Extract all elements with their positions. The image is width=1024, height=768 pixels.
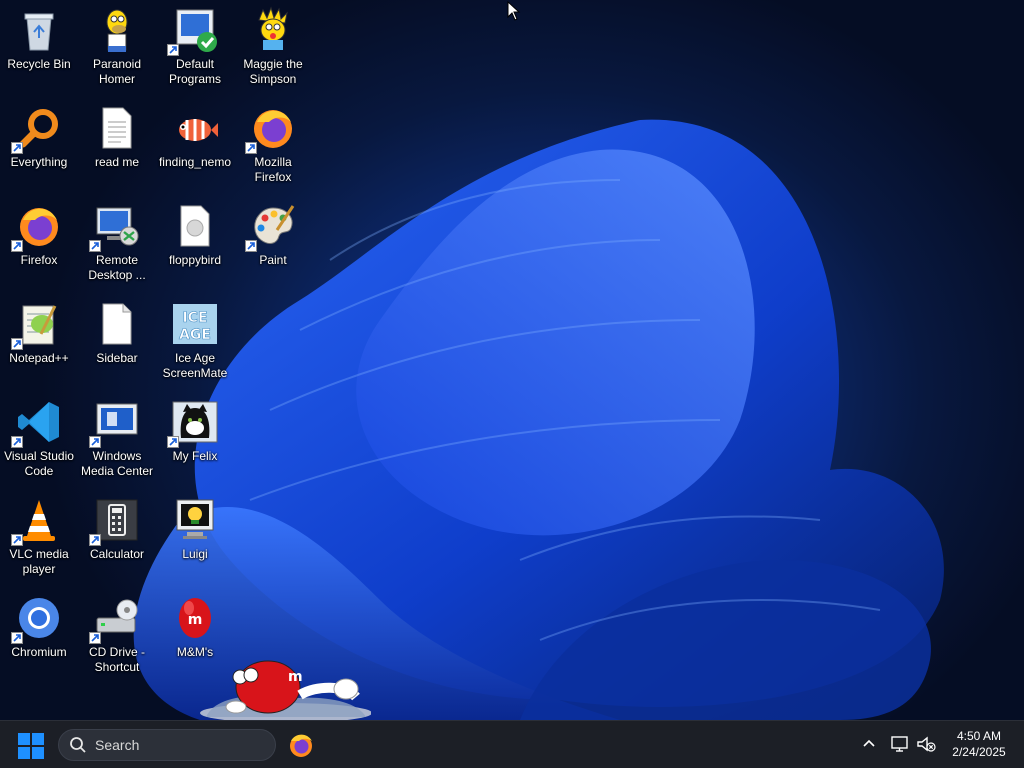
taskbar: Search 4:50 AM 2/24/2025 bbox=[0, 720, 1024, 768]
shortcut-arrow-icon bbox=[89, 534, 101, 546]
search-icon bbox=[70, 737, 86, 753]
desktop-icon-maggie-the-simpson[interactable]: Maggie the Simpson bbox=[234, 0, 312, 96]
desktop-icon-label: finding_nemo bbox=[158, 155, 232, 169]
desktop-icon-label: read me bbox=[94, 155, 140, 169]
desktop-icon-ice-age-screenmate[interactable]: ICE AGE Ice Age ScreenMate bbox=[156, 294, 234, 390]
desktop-icon-read-me[interactable]: read me bbox=[78, 98, 156, 194]
svg-text:ICE: ICE bbox=[182, 310, 207, 326]
desktop-icon-vlc[interactable]: VLC media player bbox=[0, 490, 78, 586]
nemo-icon bbox=[179, 119, 218, 141]
m-and-m-mascot-sprite: m bbox=[200, 660, 371, 720]
mouse-cursor-icon bbox=[507, 1, 521, 21]
desktop-icon-label: Paranoid Homer bbox=[92, 57, 142, 86]
ice-age-icon: ICEAGE bbox=[173, 304, 217, 344]
desktop-icon-remote-desktop[interactable]: Remote Desktop ... bbox=[78, 196, 156, 292]
desktop-icon-default-programs[interactable]: Default Programs bbox=[156, 0, 234, 96]
desktop-icon-my-felix[interactable]: My Felix bbox=[156, 392, 234, 488]
desktop-icon-sidebar[interactable]: Sidebar bbox=[78, 294, 156, 390]
svg-text:m: m bbox=[288, 669, 303, 685]
taskbar-search-box[interactable]: Search bbox=[58, 729, 276, 761]
windows-start-icon[interactable] bbox=[18, 733, 44, 759]
shortcut-arrow-icon bbox=[11, 534, 23, 546]
taskbar-clock[interactable]: 4:50 AM 2/24/2025 bbox=[938, 728, 1020, 760]
blank-file-icon bbox=[102, 303, 132, 345]
text-file-icon bbox=[102, 107, 132, 149]
desktop-icon-everything[interactable]: Everything bbox=[0, 98, 78, 194]
clock-time: 4:50 AM bbox=[956, 729, 1002, 743]
desktop-icon-windows-media-center[interactable]: Windows Media Center bbox=[78, 392, 156, 488]
shortcut-arrow-icon bbox=[89, 632, 101, 644]
desktop-icon-finding-nemo[interactable]: finding_nemo bbox=[156, 98, 234, 194]
shortcut-arrow-icon bbox=[167, 44, 179, 56]
shortcut-arrow-icon bbox=[11, 632, 23, 644]
desktop-icon-vscode[interactable]: Visual Studio Code bbox=[0, 392, 78, 488]
firefox-icon[interactable] bbox=[287, 731, 315, 759]
desktop-icon-label: Maggie the Simpson bbox=[243, 57, 303, 86]
recycle-bin-icon bbox=[24, 13, 54, 51]
clock-date: 2/24/2025 bbox=[952, 745, 1006, 759]
network-icon[interactable] bbox=[890, 734, 910, 754]
search-placeholder: Search bbox=[95, 737, 140, 753]
shortcut-arrow-icon bbox=[245, 240, 257, 252]
svg-text:m: m bbox=[188, 612, 203, 628]
desktop-icon-calculator[interactable]: Calculator bbox=[78, 490, 156, 586]
desktop-icon-label: Recycle Bin bbox=[7, 57, 71, 71]
desktop-icon-mozilla-firefox[interactable]: Mozilla Firefox bbox=[234, 98, 312, 194]
desktop-icon-label: Luigi bbox=[182, 547, 208, 561]
volume-muted-icon[interactable] bbox=[916, 734, 936, 754]
desktop[interactable]: Recycle Bin Everything Firefox Notepad++… bbox=[0, 0, 1024, 720]
shortcut-arrow-icon bbox=[11, 142, 23, 154]
m-and-m-icon: m bbox=[179, 598, 211, 638]
shortcut-arrow-icon bbox=[11, 436, 23, 448]
desktop-icon-label: Ice Age ScreenMate bbox=[162, 351, 228, 380]
desktop-icon-cd-drive-shortcut[interactable]: CD Drive - Shortcut bbox=[78, 588, 156, 684]
maggie-icon bbox=[258, 6, 288, 50]
file-icon bbox=[180, 205, 210, 247]
shortcut-arrow-icon bbox=[167, 436, 179, 448]
homer-icon bbox=[106, 9, 128, 52]
desktop-icon-luigi[interactable]: Luigi bbox=[156, 490, 234, 586]
desktop-icon-label: floppybird bbox=[168, 253, 222, 267]
desktop-icon-recycle-bin[interactable]: Recycle Bin bbox=[0, 0, 78, 96]
desktop-icon-firefox[interactable]: Firefox bbox=[0, 196, 78, 292]
desktop-icon-floppybird[interactable]: floppybird bbox=[156, 196, 234, 292]
desktop-icon-paranoid-homer[interactable]: Paranoid Homer bbox=[78, 0, 156, 96]
luigi-monitor-icon bbox=[176, 499, 214, 539]
show-hidden-icons-chevron-icon[interactable] bbox=[860, 735, 878, 753]
shortcut-arrow-icon bbox=[89, 436, 101, 448]
shortcut-arrow-icon bbox=[245, 142, 257, 154]
desktop-icon-paint[interactable]: Paint bbox=[234, 196, 312, 292]
desktop-icon-notepad-plus-plus[interactable]: Notepad++ bbox=[0, 294, 78, 390]
desktop-icon-chromium[interactable]: Chromium bbox=[0, 588, 78, 684]
svg-text:AGE: AGE bbox=[179, 327, 211, 343]
desktop-icon-label: Sidebar bbox=[96, 351, 138, 365]
shortcut-arrow-icon bbox=[89, 240, 101, 252]
shortcut-arrow-icon bbox=[11, 240, 23, 252]
shortcut-arrow-icon bbox=[11, 338, 23, 350]
